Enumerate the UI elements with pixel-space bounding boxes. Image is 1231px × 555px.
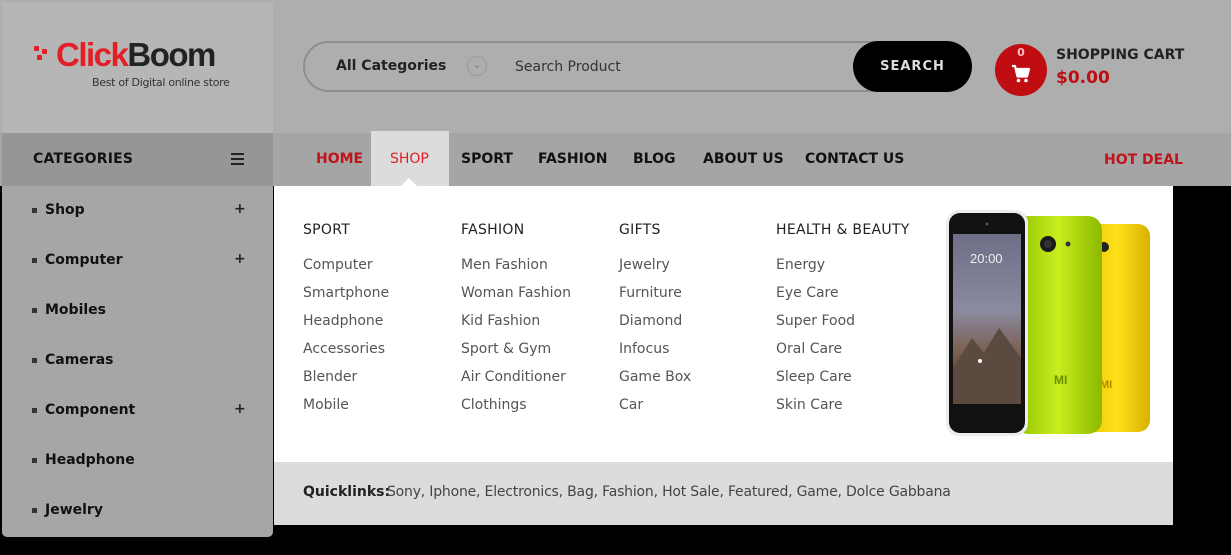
phone-clock: 20:00 bbox=[970, 251, 1003, 266]
shop-mega-menu: SPORT Computer Smartphone Headphone Acce… bbox=[274, 186, 1173, 525]
nav-hot-deal[interactable]: HOT DEAL bbox=[1104, 152, 1183, 168]
nav-home[interactable]: HOME bbox=[316, 151, 363, 167]
search-bar: All Categories ⌄ SEARCH bbox=[303, 41, 972, 92]
menu-link[interactable]: Kid Fashion bbox=[461, 313, 540, 329]
nav-about-us[interactable]: ABOUT US bbox=[703, 151, 784, 167]
cart-button[interactable]: 0 bbox=[995, 44, 1047, 96]
sidebar-item-cameras[interactable]: Cameras bbox=[2, 336, 273, 386]
categories-sidebar: Shop + Computer + Mobiles Cameras Compon… bbox=[2, 186, 273, 537]
sidebar-item-label: Cameras bbox=[45, 352, 114, 368]
sidebar-item-mobiles[interactable]: Mobiles bbox=[2, 286, 273, 336]
logo-wordmark: ClickBoom bbox=[56, 36, 216, 73]
menu-link[interactable]: Furniture bbox=[619, 285, 682, 301]
menu-link[interactable]: Accessories bbox=[303, 341, 385, 357]
menu-link[interactable]: Car bbox=[619, 397, 643, 413]
menu-link[interactable]: Eye Care bbox=[776, 285, 839, 301]
search-category-select[interactable]: All Categories bbox=[336, 58, 446, 74]
menu-link[interactable]: Sleep Care bbox=[776, 369, 852, 385]
expand-plus-icon[interactable]: + bbox=[234, 201, 246, 217]
shopping-cart-icon bbox=[1012, 64, 1031, 83]
svg-text:MI: MI bbox=[1054, 373, 1067, 387]
nav-blog[interactable]: BLOG bbox=[633, 151, 676, 167]
expand-plus-icon[interactable]: + bbox=[234, 251, 246, 267]
menu-link[interactable]: Air Conditioner bbox=[461, 369, 566, 385]
menu-link[interactable]: Game Box bbox=[619, 369, 691, 385]
bullet-icon bbox=[32, 308, 37, 313]
menu-link[interactable]: Super Food bbox=[776, 313, 855, 329]
categories-header[interactable]: CATEGORIES bbox=[2, 133, 273, 186]
logo-tagline: Best of Digital online store bbox=[92, 76, 230, 89]
menu-link[interactable]: Headphone bbox=[303, 313, 383, 329]
nav-contact-us[interactable]: CONTACT US bbox=[805, 151, 904, 167]
menu-link[interactable]: Smartphone bbox=[303, 285, 389, 301]
menu-link[interactable]: Energy bbox=[776, 257, 825, 273]
sidebar-item-label: Shop bbox=[45, 202, 85, 218]
nav-shop[interactable]: SHOP bbox=[390, 151, 429, 167]
bullet-icon bbox=[32, 408, 37, 413]
menu-link[interactable]: Infocus bbox=[619, 341, 669, 357]
menu-link[interactable]: Oral Care bbox=[776, 341, 842, 357]
menu-link[interactable]: Computer bbox=[303, 257, 373, 273]
sidebar-item-shop[interactable]: Shop + bbox=[2, 186, 273, 236]
sidebar-item-label: Headphone bbox=[45, 452, 135, 468]
promo-phones-image[interactable]: MI MI 20:00 bbox=[944, 208, 1159, 448]
nav-fashion[interactable]: FASHION bbox=[538, 151, 607, 167]
sidebar-item-label: Component bbox=[45, 402, 136, 418]
bullet-icon bbox=[32, 208, 37, 213]
menu-link[interactable]: Diamond bbox=[619, 313, 682, 329]
quicklinks-list[interactable]: Sony, Iphone, Electronics, Bag, Fashion,… bbox=[387, 484, 951, 500]
menu-link[interactable]: Sport & Gym bbox=[461, 341, 551, 357]
quicklinks-bar: Quicklinks: Sony, Iphone, Electronics, B… bbox=[274, 462, 1173, 525]
bullet-icon bbox=[32, 258, 37, 263]
menu-column-title[interactable]: GIFTS bbox=[619, 222, 661, 238]
search-button[interactable]: SEARCH bbox=[853, 41, 972, 92]
hamburger-icon[interactable] bbox=[231, 153, 244, 165]
nav-sport[interactable]: SPORT bbox=[461, 151, 513, 167]
sidebar-item-headphone[interactable]: Headphone bbox=[2, 436, 273, 486]
bullet-icon bbox=[32, 358, 37, 363]
sidebar-item-jewelry[interactable]: Jewelry bbox=[2, 486, 273, 536]
menu-column-title[interactable]: SPORT bbox=[303, 222, 350, 238]
sidebar-item-label: Computer bbox=[45, 252, 123, 268]
sidebar-item-computer[interactable]: Computer + bbox=[2, 236, 273, 286]
logo-panel: ClickBoom Best of Digital online store bbox=[2, 2, 273, 133]
menu-link[interactable]: Blender bbox=[303, 369, 357, 385]
menu-link[interactable]: Mobile bbox=[303, 397, 349, 413]
sidebar-item-component[interactable]: Component + bbox=[2, 386, 273, 436]
menu-link[interactable]: Jewelry bbox=[619, 257, 670, 273]
quicklinks-label: Quicklinks: bbox=[303, 484, 391, 500]
menu-column-title[interactable]: HEALTH & BEAUTY bbox=[776, 222, 910, 238]
categories-heading: CATEGORIES bbox=[33, 151, 134, 167]
chevron-down-icon[interactable]: ⌄ bbox=[467, 56, 487, 76]
menu-link[interactable]: Skin Care bbox=[776, 397, 843, 413]
menu-link[interactable]: Men Fashion bbox=[461, 257, 548, 273]
menu-link[interactable]: Clothings bbox=[461, 397, 527, 413]
logo-boom-text: Boom bbox=[127, 36, 216, 73]
bullet-icon bbox=[32, 458, 37, 463]
cart-count-badge: 0 bbox=[1017, 46, 1025, 59]
menu-link[interactable]: Woman Fashion bbox=[461, 285, 571, 301]
bullet-icon bbox=[32, 508, 37, 513]
expand-plus-icon[interactable]: + bbox=[234, 401, 246, 417]
cart-title[interactable]: SHOPPING CART bbox=[1056, 47, 1184, 63]
cart-total: $0.00 bbox=[1056, 68, 1110, 88]
search-input[interactable] bbox=[515, 56, 835, 78]
sidebar-item-label: Mobiles bbox=[45, 302, 106, 318]
logo-dots-icon bbox=[34, 46, 54, 62]
logo-click-text: Click bbox=[56, 36, 129, 73]
nav-active-arrow bbox=[401, 178, 417, 186]
sidebar-item-label: Jewelry bbox=[45, 502, 103, 518]
menu-column-title[interactable]: FASHION bbox=[461, 222, 524, 238]
